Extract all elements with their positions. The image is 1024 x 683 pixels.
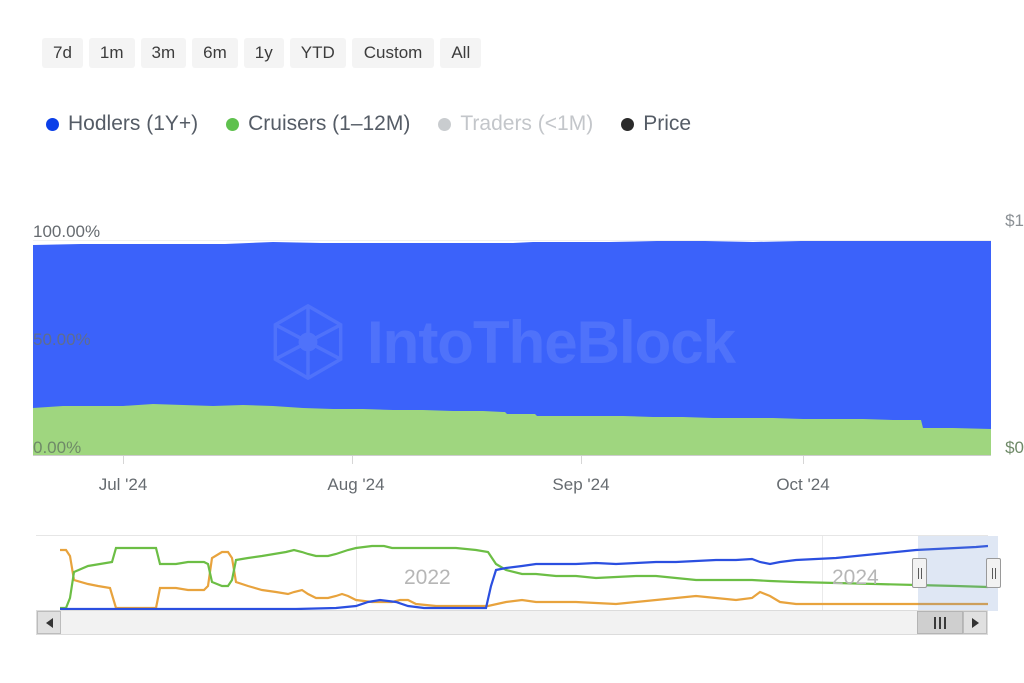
- range-button-all[interactable]: All: [440, 38, 482, 68]
- range-button-3m[interactable]: 3m: [140, 38, 187, 68]
- x-axis-label-oct: Oct '24: [776, 475, 830, 494]
- chevron-right-icon: [971, 617, 979, 628]
- area-series-svg: [33, 241, 991, 455]
- x-axis-label-aug: Aug '24: [327, 475, 385, 494]
- x-tick-jul: [123, 456, 124, 464]
- y-axis-label-100: 100.00%: [33, 222, 101, 241]
- y-axis-price-label-top: $1: [1005, 211, 1024, 230]
- navigator-left-handle[interactable]: [912, 558, 927, 588]
- chevron-left-icon: [45, 617, 53, 628]
- range-button-7d[interactable]: 7d: [42, 38, 83, 68]
- x-tick-sep: [581, 456, 582, 464]
- scrollbar-right-button[interactable]: [963, 611, 987, 634]
- range-button-1y[interactable]: 1y: [243, 38, 284, 68]
- legend-item-cruisers[interactable]: Cruisers (1–12M): [226, 112, 410, 136]
- range-button-custom[interactable]: Custom: [351, 38, 435, 68]
- y-axis-price-label-bottom: $0: [1005, 438, 1024, 457]
- legend-label-cruisers: Cruisers (1–12M): [248, 112, 411, 135]
- x-axis-label-sep: Sep '24: [552, 475, 610, 494]
- x-tick-aug: [352, 456, 353, 464]
- scrollbar-left-button[interactable]: [37, 611, 61, 634]
- legend-dot-icon-price: [621, 117, 635, 131]
- legend-item-hodlers[interactable]: Hodlers (1Y+): [46, 112, 198, 136]
- legend-dot-icon-traders: [438, 117, 452, 131]
- chart-legend: Hodlers (1Y+) Cruisers (1–12M) Traders (…: [46, 112, 691, 136]
- legend-dot-icon-hodlers: [46, 117, 59, 131]
- chart-scrollbar[interactable]: [36, 610, 988, 635]
- navigator-year-label-2022: 2022: [404, 566, 451, 589]
- legend-label-price: Price: [643, 112, 692, 135]
- navigator-right-handle[interactable]: [986, 558, 1001, 588]
- navigator-year-label-2024: 2024: [832, 566, 879, 589]
- scrollbar-thumb[interactable]: [917, 611, 963, 634]
- stacked-area-chart[interactable]: IntoTheBlock 100.00% 50.00% 0.00% $1 $0 …: [0, 200, 1024, 500]
- range-button-6m[interactable]: 6m: [192, 38, 238, 68]
- x-tick-oct: [803, 456, 804, 464]
- legend-label-traders: Traders (<1M): [460, 112, 594, 135]
- range-button-1m[interactable]: 1m: [88, 38, 135, 68]
- legend-item-price[interactable]: Price: [621, 112, 691, 136]
- legend-label-hodlers: Hodlers (1Y+): [68, 112, 199, 135]
- y-axis-label-0: 0.00%: [33, 438, 82, 457]
- x-axis-label-jul: Jul '24: [98, 475, 148, 494]
- range-button-ytd[interactable]: YTD: [289, 38, 346, 68]
- x-axis-line: [33, 455, 991, 456]
- plot-area: [33, 240, 991, 455]
- chart-navigator[interactable]: 2022 2024: [36, 535, 1001, 612]
- y-axis-label-50: 50.00%: [33, 330, 91, 349]
- range-selector: 7d 1m 3m 6m 1y YTD Custom All: [42, 38, 482, 68]
- legend-item-traders[interactable]: Traders (<1M): [438, 112, 593, 136]
- legend-dot-icon-cruisers: [226, 117, 240, 131]
